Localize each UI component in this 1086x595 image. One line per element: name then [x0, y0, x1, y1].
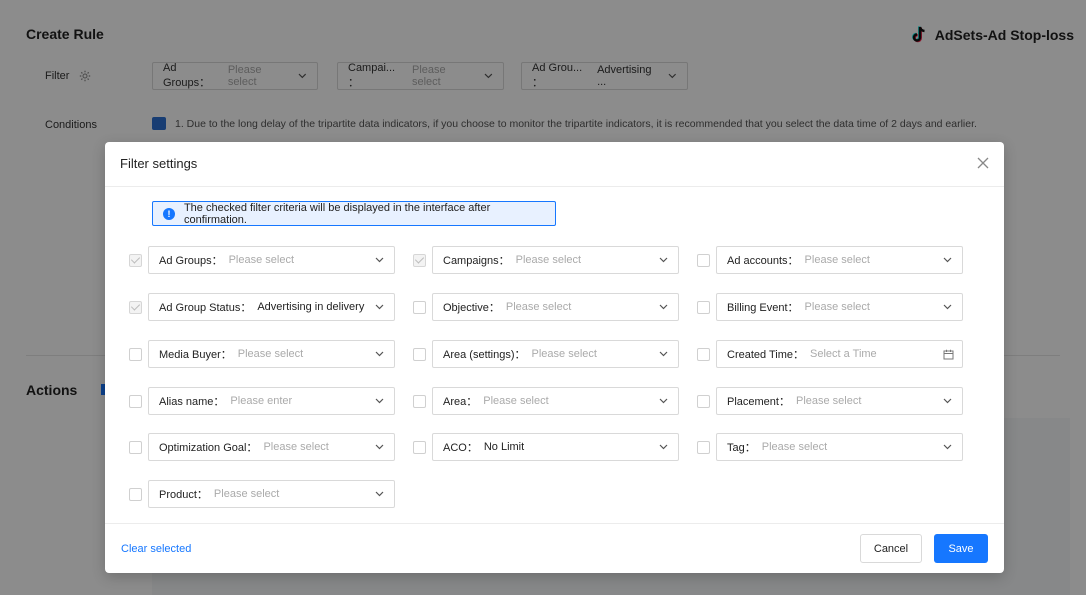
- field-label: Billing Event：: [727, 302, 799, 314]
- filter-criteria-checkbox[interactable]: [129, 254, 142, 267]
- select-field[interactable]: ACO： No Limit: [432, 433, 679, 461]
- chevron-down-icon: [375, 304, 384, 310]
- chevron-down-icon: [659, 351, 668, 357]
- filter-criteria-checkbox[interactable]: [413, 301, 426, 314]
- calendar-icon[interactable]: [943, 349, 954, 360]
- save-button[interactable]: Save: [934, 534, 988, 563]
- filter-criteria-checkbox[interactable]: [697, 348, 710, 361]
- chevron-down-icon: [375, 257, 384, 263]
- date-picker-field[interactable]: Created Time： Select a Time: [716, 340, 963, 368]
- select-field[interactable]: Ad accounts： Please select: [716, 246, 963, 274]
- field-value: Please select: [505, 301, 572, 313]
- field-value: Advertising in delivery: [257, 301, 365, 313]
- field-value: Select a Time: [810, 348, 877, 360]
- field-label: Campaigns：: [443, 255, 510, 267]
- select-field[interactable]: Area： Please select: [432, 387, 679, 415]
- field-value: Please select: [804, 301, 870, 313]
- field-value: Please select: [228, 254, 295, 266]
- info-icon: !: [163, 207, 175, 220]
- field-label: Ad accounts：: [727, 255, 799, 267]
- clear-selected-link[interactable]: Clear selected: [121, 543, 191, 555]
- filter-criteria-checkbox[interactable]: [129, 441, 142, 454]
- chevron-down-icon: [375, 398, 384, 404]
- field-label: Product：: [159, 489, 208, 501]
- select-field[interactable]: Area (settings)： Please select: [432, 340, 679, 368]
- chevron-down-icon: [659, 398, 668, 404]
- info-notice: ! The checked filter criteria will be di…: [152, 201, 556, 226]
- select-field[interactable]: Objective： Please select: [432, 293, 679, 321]
- close-icon[interactable]: [975, 155, 991, 171]
- field-label: Ad Group Status：: [159, 302, 252, 314]
- field-label: Optimization Goal：: [159, 442, 258, 454]
- modal-title: Filter settings: [120, 156, 198, 171]
- select-field[interactable]: Ad Group Status： Advertising in delivery: [148, 293, 395, 321]
- field-value: Please select: [483, 395, 549, 407]
- select-field[interactable]: Alias name： Please enter: [148, 387, 395, 415]
- field-label: ACO：: [443, 442, 478, 454]
- modal-header: Filter settings: [105, 142, 1004, 187]
- field-label: Created Time：: [727, 349, 805, 361]
- field-value: Please select: [761, 441, 828, 453]
- field-value: Please select: [237, 348, 304, 360]
- cancel-button[interactable]: Cancel: [860, 534, 922, 563]
- chevron-down-icon: [943, 304, 952, 310]
- field-label: Alias name：: [159, 396, 225, 408]
- select-field[interactable]: Placement： Please select: [716, 387, 963, 415]
- chevron-down-icon: [375, 444, 384, 450]
- modal-footer: Clear selected Cancel Save: [105, 523, 1004, 574]
- filter-settings-modal: Filter settings ! The checked filter cri…: [105, 142, 1004, 573]
- filter-criteria-checkbox[interactable]: [697, 395, 710, 408]
- field-value: Please select: [804, 254, 870, 266]
- chevron-down-icon: [659, 257, 668, 263]
- field-label: Placement：: [727, 396, 790, 408]
- select-field[interactable]: Product： Please select: [148, 480, 395, 508]
- notice-text: The checked filter criteria will be disp…: [183, 201, 491, 226]
- field-value: Please select: [213, 488, 280, 500]
- chevron-down-icon: [943, 257, 952, 263]
- filter-criteria-checkbox[interactable]: [413, 441, 426, 454]
- field-label: Area：: [443, 396, 478, 408]
- select-field[interactable]: Tag： Please select: [716, 433, 963, 461]
- filter-criteria-checkbox[interactable]: [129, 301, 142, 314]
- select-field[interactable]: Media Buyer： Please select: [148, 340, 395, 368]
- field-value: Please select: [515, 254, 582, 266]
- filter-criteria-checkbox[interactable]: [697, 441, 710, 454]
- filter-criteria-checkbox[interactable]: [129, 488, 142, 501]
- field-value: Please select: [531, 348, 597, 360]
- filter-criteria-checkbox[interactable]: [129, 348, 142, 361]
- field-label: Tag：: [727, 442, 756, 454]
- filter-criteria-checkbox[interactable]: [129, 395, 142, 408]
- chevron-down-icon: [375, 491, 384, 497]
- chevron-down-icon: [659, 444, 668, 450]
- select-field[interactable]: Billing Event： Please select: [716, 293, 963, 321]
- filter-criteria-checkbox[interactable]: [413, 348, 426, 361]
- filter-criteria-checkbox[interactable]: [413, 395, 426, 408]
- field-value: No Limit: [483, 441, 525, 453]
- field-value: Please select: [795, 395, 862, 407]
- field-label: Media Buyer：: [159, 349, 232, 361]
- filter-criteria-checkbox[interactable]: [413, 254, 426, 267]
- select-field[interactable]: Optimization Goal： Please select: [148, 433, 395, 461]
- filter-criteria-checkbox[interactable]: [697, 254, 710, 267]
- select-field[interactable]: Ad Groups： Please select: [148, 246, 395, 274]
- field-value: Please enter: [230, 395, 293, 407]
- chevron-down-icon: [659, 304, 668, 310]
- field-label: Area (settings)：: [443, 349, 526, 361]
- filter-criteria-checkbox[interactable]: [697, 301, 710, 314]
- field-value: Please select: [263, 441, 329, 453]
- field-label: Ad Groups：: [159, 255, 223, 267]
- chevron-down-icon: [375, 351, 384, 357]
- select-field[interactable]: Campaigns： Please select: [432, 246, 679, 274]
- chevron-down-icon: [943, 444, 952, 450]
- chevron-down-icon: [943, 398, 952, 404]
- field-label: Objective：: [443, 302, 500, 314]
